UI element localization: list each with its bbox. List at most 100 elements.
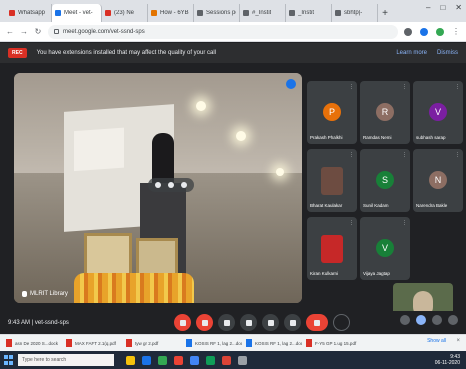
new-tab-button[interactable]: +	[378, 4, 392, 22]
participant-tile[interactable]: ⋮ P Prakash Phalkhi	[307, 81, 357, 144]
favicon-icon	[243, 10, 249, 16]
people-icon[interactable]	[416, 315, 426, 325]
participant-tile[interactable]: ⋮ R Ramdas Nemi	[360, 81, 410, 144]
meeting-time-code: 9:43 AM | vet-ssnd-sps	[8, 319, 69, 326]
side-panel-buttons	[400, 315, 458, 325]
mic-off-icon	[179, 319, 186, 326]
download-item[interactable]: KOSIS RF 1, lag 2...docx	[246, 337, 302, 349]
info-icon[interactable]	[400, 315, 410, 325]
edge-icon[interactable]	[142, 355, 151, 365]
extension-icon[interactable]	[420, 27, 428, 36]
excel-icon[interactable]	[206, 355, 215, 365]
hand-icon	[245, 319, 252, 326]
browser-tab[interactable]: (23) Ne	[102, 4, 148, 22]
download-item[interactable]: tyw gr 2.pdf	[126, 337, 182, 349]
back-icon[interactable]: ←	[6, 27, 14, 36]
minimize-icon[interactable]: –	[426, 3, 430, 12]
taskbar-search-input[interactable]: Type here to search	[18, 354, 114, 366]
app-icon[interactable]	[174, 355, 183, 365]
close-shelf-icon[interactable]: ×	[456, 338, 460, 344]
favicon-icon	[105, 10, 111, 16]
forward-icon[interactable]: →	[20, 27, 28, 36]
mute-icon[interactable]	[167, 182, 174, 188]
chrome-icon[interactable]	[158, 355, 167, 365]
learn-more-link[interactable]: Learn more	[396, 50, 427, 56]
browser-tab[interactable]: _Instit	[286, 4, 332, 22]
profile-avatar[interactable]	[436, 27, 444, 36]
more-icon[interactable]: ⋮	[349, 220, 354, 226]
raise-hand-button[interactable]	[240, 314, 257, 331]
present-button[interactable]	[262, 314, 279, 331]
show-all-downloads[interactable]: Show all	[427, 338, 446, 344]
mic-icon	[22, 291, 27, 297]
system-tray-clock[interactable]: 9:43 06-11-2020	[435, 354, 460, 366]
tab-title: How - 6YBTN	[160, 10, 190, 16]
more-icon[interactable]: ⋮	[455, 84, 460, 90]
more-icon[interactable]: ⋮	[455, 152, 460, 158]
download-item[interactable]: MAX FAFT 2.1(q.pdf	[66, 337, 122, 349]
present-icon	[267, 319, 274, 326]
participant-name: Kiran Kulkarni	[310, 271, 339, 276]
mic-toggle-button[interactable]	[174, 314, 191, 331]
download-item[interactable]: F-Y5 GP 1.ug 15.pdf	[306, 337, 362, 349]
more-icon[interactable]: ⋮	[402, 84, 407, 90]
download-name: tyw gr 2.pdf	[135, 340, 159, 346]
powerpoint-icon[interactable]	[222, 355, 231, 365]
tab-title: Sessions pdf	[206, 10, 236, 16]
participant-avatar: V	[429, 103, 447, 121]
captions-button[interactable]	[218, 314, 235, 331]
presenter-video[interactable]: MLRIT Library	[14, 73, 302, 303]
participant-tile[interactable]: ⋮ N Narendra Bakle	[413, 149, 463, 212]
settings-icon[interactable]	[238, 355, 247, 365]
download-name: asn De 2020 S...dock	[15, 340, 59, 346]
windows-start-icon[interactable]	[4, 355, 14, 365]
url-input[interactable]: meet.google.com/vet-ssnd-sps	[48, 24, 398, 39]
more-options-button[interactable]	[284, 314, 301, 331]
participant-tile[interactable]: ⋮ S Sunil Kadam	[360, 149, 410, 212]
leave-call-button[interactable]	[306, 314, 328, 331]
reload-icon[interactable]: ↻	[34, 27, 42, 36]
more-icon[interactable]: ⋮	[349, 152, 354, 158]
participant-tile[interactable]: ⋮ Bharat Kaulakar	[307, 149, 357, 212]
more-icon[interactable]: ⋮	[349, 84, 354, 90]
browser-tab[interactable]: Meet - vet-	[52, 4, 102, 22]
projector-slide	[74, 127, 124, 172]
close-window-icon[interactable]: ✕	[455, 3, 462, 12]
participant-tile[interactable]: ⋮ Kiran Kulkarni	[307, 217, 357, 280]
more-icon[interactable]: ⋮	[402, 152, 407, 158]
ceiling-light	[236, 131, 246, 141]
pin-icon[interactable]	[155, 182, 162, 188]
more-icon[interactable]	[180, 182, 187, 188]
participant-avatar: P	[323, 103, 341, 121]
browser-tab[interactable]: Whatsapp	[6, 4, 52, 22]
word-icon[interactable]	[190, 355, 199, 365]
favicon-icon	[9, 10, 15, 16]
activities-icon[interactable]	[448, 315, 458, 325]
extra-button[interactable]	[333, 314, 350, 331]
browser-tab[interactable]: sbhtp|-	[332, 4, 378, 22]
participant-name: Prakash Phalkhi	[310, 135, 343, 140]
participant-tile[interactable]: ⋮ Vsubhash sarap	[413, 81, 463, 144]
browser-tab[interactable]: #_Instit	[240, 4, 286, 22]
participant-tile[interactable]: ⋮ V Vijaya Jagtap	[360, 217, 410, 280]
browser-tab[interactable]: Sessions pdf	[194, 4, 240, 22]
speaking-indicator-icon	[286, 79, 296, 89]
camera-off-icon	[201, 319, 208, 326]
dismiss-button[interactable]: Dismiss	[437, 50, 458, 56]
file-explorer-icon[interactable]	[126, 355, 135, 365]
pdf-file-icon	[306, 339, 312, 347]
pdf-file-icon	[6, 339, 12, 347]
chat-icon[interactable]	[432, 315, 442, 325]
download-item[interactable]: KOSIS RF 1, lag 2...docx	[186, 337, 242, 349]
participant-name: Narendra Bakle	[416, 203, 448, 208]
lock-icon	[54, 29, 59, 34]
maximize-icon[interactable]: □	[440, 3, 445, 12]
camera-toggle-button[interactable]	[196, 314, 213, 331]
more-icon[interactable]: ⋮	[402, 220, 407, 226]
download-item[interactable]: asn De 2020 S...dock	[6, 337, 62, 349]
star-icon[interactable]	[404, 27, 412, 36]
word-file-icon	[246, 339, 252, 347]
browser-tab[interactable]: How - 6YBTN	[148, 4, 194, 22]
menu-icon[interactable]: ⋮	[452, 27, 460, 36]
tile-hover-controls[interactable]	[148, 178, 194, 192]
